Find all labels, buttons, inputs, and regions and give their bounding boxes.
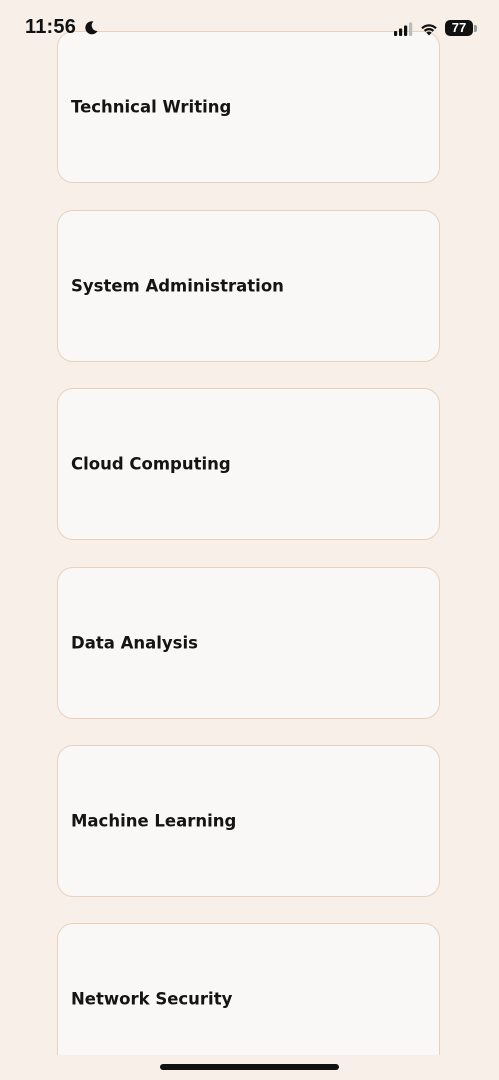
topic-label: Technical Writing — [71, 97, 232, 117]
battery-level: 77 — [451, 20, 467, 35]
topic-label: System Administration — [71, 276, 284, 296]
moon-icon — [85, 21, 98, 35]
topic-card-cloud-computing[interactable]: Cloud Computing — [57, 388, 440, 540]
signal-icon — [394, 22, 413, 36]
wifi-icon — [421, 24, 437, 36]
topic-label: Machine Learning — [71, 811, 237, 831]
topic-card-network-security[interactable]: Network Security — [57, 923, 440, 1055]
battery-cap — [474, 25, 477, 32]
battery-icon: 77 — [445, 20, 479, 38]
topic-card-system-administration[interactable]: System Administration — [57, 210, 440, 362]
topic-card-data-analysis[interactable]: Data Analysis — [57, 567, 440, 719]
home-indicator[interactable] — [160, 1064, 339, 1070]
topic-list[interactable]: Technical Writing System Administration … — [57, 0, 442, 1055]
status-time: 11:56 — [25, 16, 77, 38]
topic-label: Data Analysis — [71, 633, 198, 653]
topic-card-machine-learning[interactable]: Machine Learning — [57, 745, 440, 897]
status-bar: 11:56 77 — [0, 0, 499, 60]
topic-label: Network Security — [71, 989, 233, 1009]
status-indicators: 77 — [393, 18, 479, 40]
topic-label: Cloud Computing — [71, 454, 231, 474]
